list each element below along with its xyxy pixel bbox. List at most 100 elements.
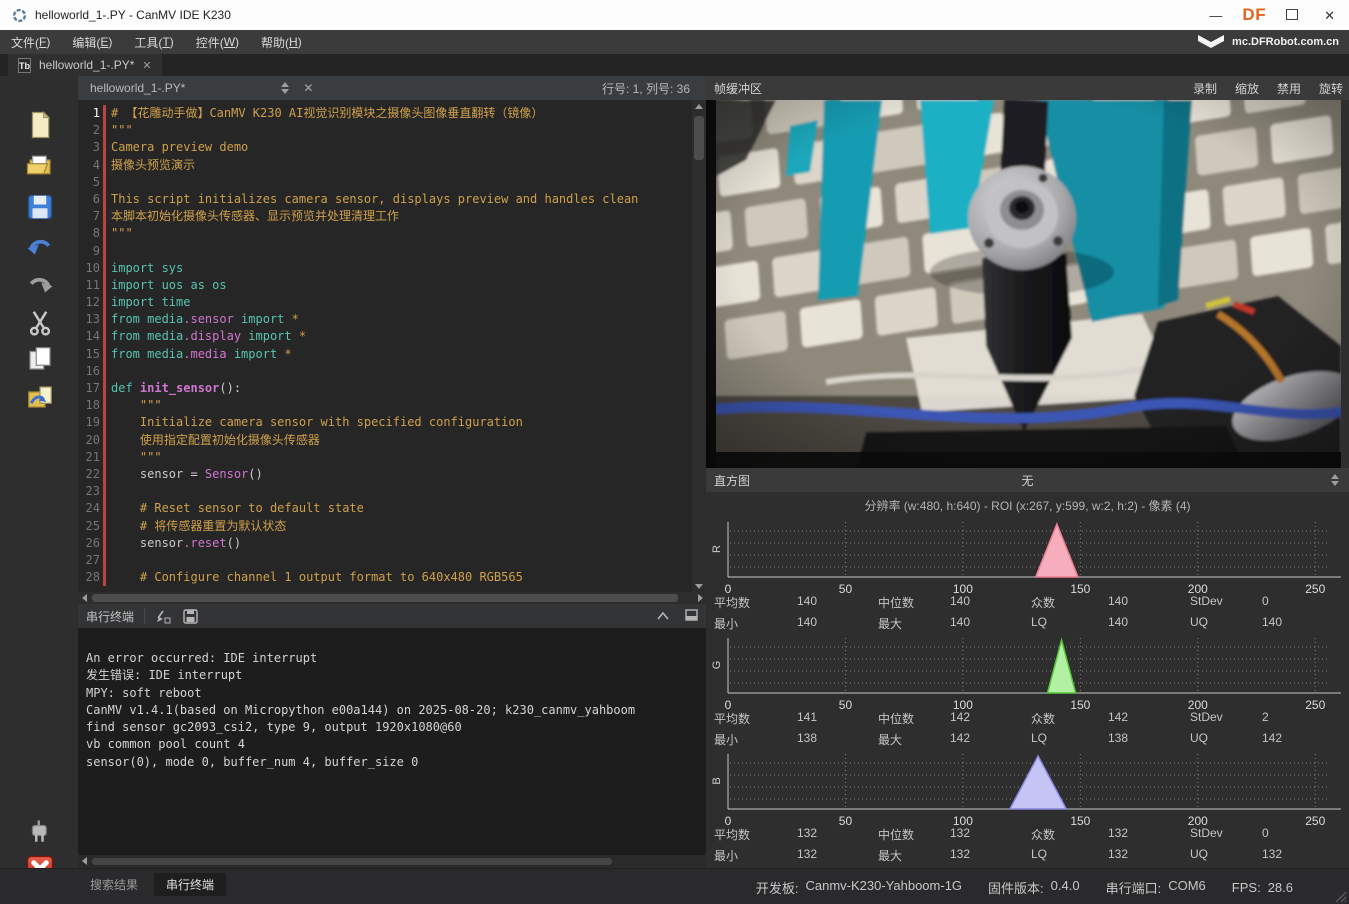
editor-close-icon[interactable]: ✕	[303, 81, 313, 95]
stat-label: 平均数	[714, 594, 750, 611]
code-text: import time	[106, 294, 190, 311]
stat-value: 138	[797, 731, 817, 745]
svg-text:B: B	[711, 777, 723, 784]
terminal-horizontal-scrollbar[interactable]	[78, 855, 706, 868]
copy-button[interactable]	[24, 344, 56, 376]
stat-label: LQ	[1031, 615, 1047, 629]
stat-label: LQ	[1031, 731, 1047, 745]
detach-terminal-icon[interactable]	[685, 609, 698, 624]
code-line[interactable]: 1# 【花雕动手做】CanMV K230 AI视觉识别模块之摄像头图像垂直翻转（…	[78, 105, 692, 122]
maximize-button[interactable]	[1280, 7, 1304, 24]
save-log-icon[interactable]	[183, 609, 198, 624]
file-switcher-icon[interactable]	[281, 82, 289, 94]
terminal-line: CanMV v1.4.1(based on Micropython e00a14…	[78, 702, 706, 719]
code-line[interactable]: 4摄像头预览演示	[78, 157, 692, 174]
editor-file-title: helloworld_1-.PY*	[90, 81, 185, 95]
code-line[interactable]: 7本脚本初始化摄像头传感器、显示预览并处理清理工作	[78, 208, 692, 225]
record-button[interactable]: 录制	[1193, 80, 1217, 97]
line-number: 16	[78, 363, 103, 380]
code-line[interactable]: 18 """	[78, 397, 692, 414]
new-file-button[interactable]	[24, 110, 56, 142]
code-line[interactable]: 17def init_sensor():	[78, 380, 692, 397]
editor-horizontal-scrollbar[interactable]	[78, 592, 706, 604]
scrollbar-thumb[interactable]	[694, 116, 704, 160]
code-line[interactable]: 27	[78, 552, 692, 569]
code-line[interactable]: 16	[78, 363, 692, 380]
cut-button[interactable]	[24, 308, 56, 340]
paste-button[interactable]	[24, 382, 56, 414]
code-text	[106, 363, 111, 380]
code-line[interactable]: 21 """	[78, 449, 692, 466]
close-button[interactable]: ✕	[1318, 7, 1341, 24]
clear-terminal-icon[interactable]	[155, 608, 171, 624]
tab-helloworld[interactable]: Tb helloworld_1-.PY* ✕	[8, 54, 162, 76]
menu-controls[interactable]: 控件(W)	[185, 30, 250, 54]
save-button[interactable]	[24, 192, 56, 224]
code-line[interactable]: 25 # 将传感器重置为默认状态	[78, 518, 692, 535]
editor-vertical-scrollbar[interactable]	[692, 100, 706, 592]
histogram-mode-dropdown[interactable]: 无	[706, 472, 1349, 489]
code-line[interactable]: 12import time	[78, 294, 692, 311]
undo-button[interactable]	[24, 232, 56, 264]
code-line[interactable]: 26 sensor.reset()	[78, 535, 692, 552]
code-line[interactable]: 15from media.media import *	[78, 346, 692, 363]
code-text: from media.display import *	[106, 328, 306, 345]
stat-label: UQ	[1190, 615, 1208, 629]
stat-value: 140	[797, 594, 817, 608]
code-line[interactable]: 24 # Reset sensor to default state	[78, 500, 692, 517]
code-line[interactable]: 2"""	[78, 122, 692, 139]
tab-search-results[interactable]: 搜索结果	[78, 873, 150, 896]
code-line[interactable]: 9	[78, 243, 692, 260]
code-line[interactable]: 14from media.display import *	[78, 328, 692, 345]
code-line[interactable]: 5	[78, 174, 692, 191]
menu-help[interactable]: 帮助(H)	[250, 30, 313, 54]
stat-value: 132	[950, 847, 970, 861]
code-line[interactable]: 22 sensor = Sensor()	[78, 466, 692, 483]
disable-button[interactable]: 禁用	[1277, 80, 1301, 97]
code-text: """	[106, 225, 133, 242]
code-text	[106, 174, 111, 191]
collapse-terminal-icon[interactable]	[657, 609, 669, 623]
status-bar: 搜索结果 串行终端 开发板:Canmv-K230-Yahboom-1G 固件版本…	[0, 868, 1349, 904]
menu-tools[interactable]: 工具(T)	[123, 30, 184, 54]
scrollbar-thumb[interactable]	[92, 858, 612, 865]
scrollbar-thumb[interactable]	[92, 594, 678, 602]
code-line[interactable]: 23	[78, 483, 692, 500]
menu-file[interactable]: 文件(F)	[0, 30, 61, 54]
tab-close-icon[interactable]: ✕	[142, 59, 151, 72]
stat-value: 142	[1108, 710, 1128, 724]
code-line[interactable]: 6This script initializes camera sensor, …	[78, 191, 692, 208]
stat-value: 0	[1262, 594, 1269, 608]
code-line[interactable]: 8"""	[78, 225, 692, 242]
terminal-title: 串行终端	[86, 608, 134, 625]
terminal-line: sensor(0), mode 0, buffer_num 4, buffer_…	[78, 754, 706, 771]
code-line[interactable]: 3Camera preview demo	[78, 139, 692, 156]
code-line[interactable]: 11import uos as os	[78, 277, 692, 294]
camera-preview-image	[706, 100, 1341, 468]
menu-edit[interactable]: 编辑(E)	[61, 30, 123, 54]
serial-terminal-output[interactable]: An error occurred: IDE interrupt发生错误: ID…	[78, 628, 706, 855]
zoom-button[interactable]: 缩放	[1235, 80, 1259, 97]
code-text: This script initializes camera sensor, d…	[106, 191, 638, 208]
code-text: """	[106, 122, 133, 139]
histogram-spinner[interactable]	[1331, 474, 1339, 486]
redo-button[interactable]	[24, 270, 56, 302]
code-line[interactable]: 10import sys	[78, 260, 692, 277]
rotate-button[interactable]: 旋转	[1319, 80, 1343, 97]
open-file-button[interactable]	[24, 150, 56, 182]
code-line[interactable]: 20 使用指定配置初始化摄像头传感器	[78, 432, 692, 449]
code-line[interactable]: 28 # Configure channel 1 output format t…	[78, 569, 692, 586]
code-text: from media.media import *	[106, 346, 292, 363]
resize-grip[interactable]	[1333, 889, 1347, 903]
code-editor[interactable]: 1# 【花雕动手做】CanMV K230 AI视觉识别模块之摄像头图像垂直翻转（…	[78, 100, 692, 592]
camera-preview[interactable]	[706, 100, 1341, 468]
line-number: 26	[78, 535, 103, 552]
tab-serial-terminal[interactable]: 串行终端	[154, 873, 226, 896]
stat-label: 平均数	[714, 710, 750, 727]
code-line[interactable]: 19 Initialize camera sensor with specifi…	[78, 414, 692, 431]
connect-button[interactable]	[24, 818, 56, 850]
histogram-stats-row: 平均数140中位数140众数140StDev0	[706, 594, 1349, 612]
code-line[interactable]: 13from media.sensor import *	[78, 311, 692, 328]
line-number: 7	[78, 208, 103, 225]
minimize-button[interactable]: —	[1203, 7, 1228, 24]
